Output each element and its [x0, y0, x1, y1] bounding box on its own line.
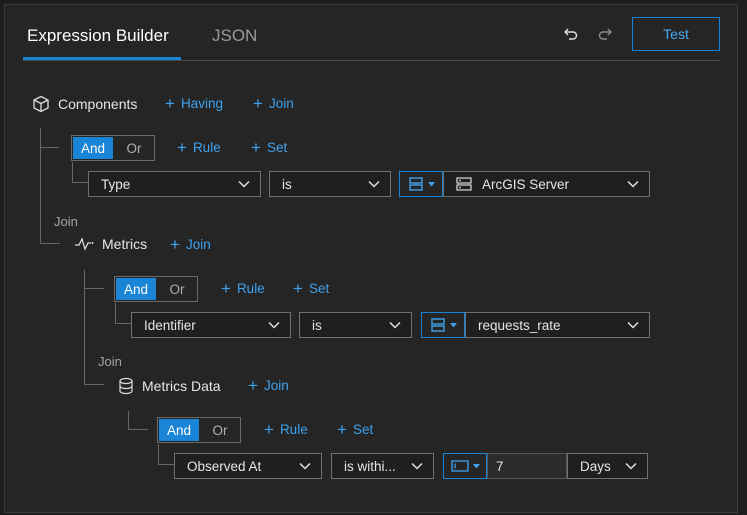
unit-select[interactable]: Days	[567, 453, 648, 479]
and-option[interactable]: And	[159, 419, 199, 441]
metrics-data-title: Metrics Data	[142, 378, 221, 394]
metrics-data-node: Metrics Data	[118, 377, 221, 395]
add-set-button[interactable]: + Set	[337, 421, 373, 438]
chevron-down-icon	[368, 180, 380, 188]
chevron-down-icon	[268, 321, 280, 329]
and-or-toggle[interactable]: And Or	[157, 417, 241, 443]
value-source-button[interactable]	[421, 312, 465, 338]
tree-line	[40, 147, 59, 148]
value-select[interactable]: requests_rate	[465, 312, 650, 338]
metrics-title: Metrics	[102, 236, 148, 252]
chevron-down-icon	[625, 462, 637, 470]
and-or-toggle[interactable]: And Or	[114, 276, 198, 302]
or-option[interactable]: Or	[157, 277, 197, 301]
value-select[interactable]: ArcGIS Server	[443, 171, 650, 197]
operator-select[interactable]: is withi...	[331, 453, 434, 479]
field-select[interactable]: Observed At	[174, 453, 322, 479]
tree-line	[72, 182, 88, 183]
tree-line	[158, 444, 159, 465]
add-rule-button[interactable]: + Rule	[264, 421, 308, 438]
tree-line	[72, 162, 73, 183]
add-rule-button[interactable]: + Rule	[177, 139, 221, 156]
field-select[interactable]: Identifier	[131, 312, 291, 338]
and-or-toggle[interactable]: And Or	[71, 135, 155, 161]
caret-down-icon	[472, 463, 480, 468]
input-icon	[450, 460, 469, 472]
field-select[interactable]: Type	[88, 171, 261, 197]
chevron-down-icon	[627, 321, 639, 329]
caret-down-icon	[449, 322, 457, 327]
or-option[interactable]: Or	[200, 418, 240, 442]
tabs-divider	[23, 60, 720, 61]
redo-icon[interactable]	[597, 26, 613, 42]
tree-line	[115, 303, 116, 324]
server-icon	[456, 177, 472, 191]
tree-line	[40, 128, 41, 243]
source-icon	[430, 318, 445, 332]
add-having-button[interactable]: + Having	[165, 95, 223, 112]
add-rule-button[interactable]: + Rule	[221, 280, 265, 297]
test-button[interactable]: Test	[632, 17, 720, 51]
add-join-button[interactable]: + Join	[253, 95, 294, 112]
tab-json[interactable]: JSON	[212, 26, 257, 46]
add-join-button[interactable]: + Join	[170, 236, 211, 253]
tree-line	[84, 384, 104, 385]
number-input[interactable]: 7	[487, 453, 567, 479]
tree-line	[128, 429, 148, 430]
operator-select[interactable]: is	[299, 312, 412, 338]
database-icon	[119, 377, 133, 395]
add-set-button[interactable]: + Set	[251, 139, 287, 156]
add-set-button[interactable]: + Set	[293, 280, 329, 297]
metrics-node: Metrics	[74, 236, 147, 252]
chevron-down-icon	[299, 462, 311, 470]
chevron-down-icon	[389, 321, 401, 329]
chevron-down-icon	[627, 180, 639, 188]
tree-line	[158, 464, 174, 465]
tab-expression-builder[interactable]: Expression Builder	[27, 26, 169, 46]
and-option[interactable]: And	[116, 278, 156, 300]
caret-down-icon	[427, 181, 435, 186]
chevron-down-icon	[238, 180, 250, 188]
and-option[interactable]: And	[73, 137, 113, 159]
components-title: Components	[58, 96, 138, 112]
or-option[interactable]: Or	[114, 136, 154, 160]
components-node: Components	[32, 95, 137, 113]
tree-line	[128, 411, 129, 429]
value-source-button[interactable]	[443, 453, 487, 479]
value-source-button[interactable]	[399, 171, 443, 197]
join-label: Join	[98, 354, 122, 369]
pulse-icon	[75, 237, 94, 251]
operator-select[interactable]: is	[269, 171, 391, 197]
cube-icon	[33, 95, 49, 113]
add-join-button[interactable]: + Join	[248, 377, 289, 394]
chevron-down-icon	[411, 462, 423, 470]
source-icon	[408, 177, 423, 191]
join-label: Join	[54, 214, 78, 229]
tree-line	[115, 323, 131, 324]
tree-line	[40, 243, 60, 244]
tree-line	[84, 288, 104, 289]
undo-icon[interactable]	[563, 26, 579, 42]
